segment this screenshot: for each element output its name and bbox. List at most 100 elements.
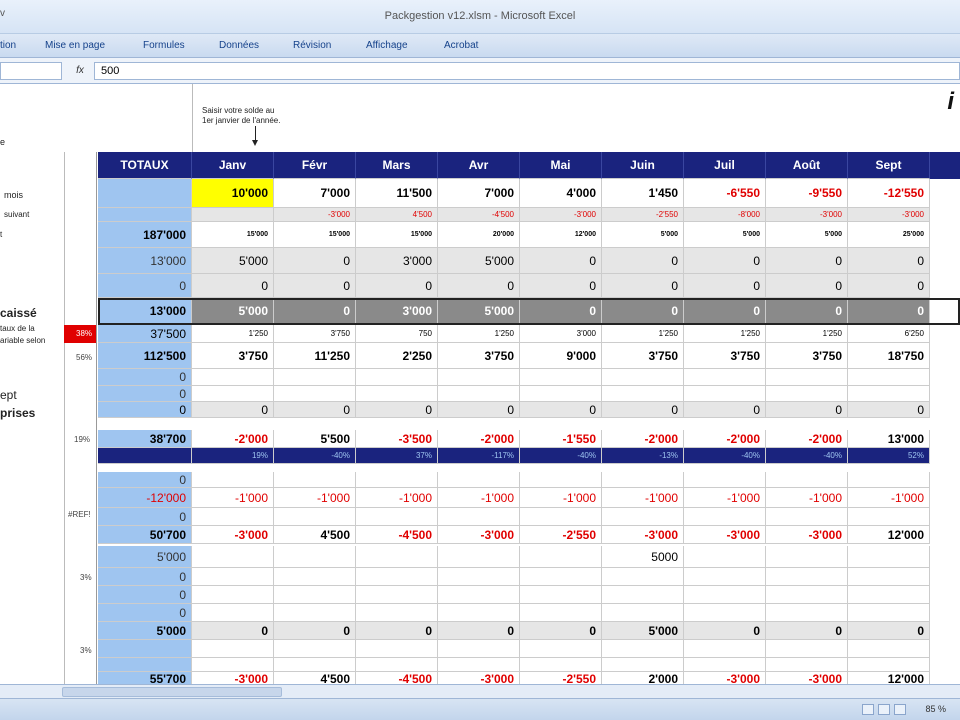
header-month[interactable]: Juil xyxy=(684,152,766,179)
month-cell[interactable]: 3'750 xyxy=(602,343,684,369)
month-cell[interactable] xyxy=(274,658,356,672)
month-cell[interactable] xyxy=(438,640,520,658)
month-cell[interactable] xyxy=(848,386,930,402)
month-cell[interactable]: -12'550 xyxy=(848,179,930,208)
month-cell[interactable]: 0 xyxy=(848,248,930,274)
month-cell[interactable] xyxy=(192,658,274,672)
month-cell[interactable]: -1'000 xyxy=(274,488,356,508)
month-cell[interactable]: 0 xyxy=(274,622,356,640)
month-cell[interactable] xyxy=(274,640,356,658)
header-month[interactable]: Mars xyxy=(356,152,438,179)
tab-formules[interactable]: Formules xyxy=(143,40,185,51)
month-cell[interactable] xyxy=(766,508,848,526)
total-cell[interactable]: 13'000 xyxy=(98,298,192,325)
month-cell[interactable]: -2'550 xyxy=(602,208,684,222)
month-cell[interactable]: 0 xyxy=(520,248,602,274)
month-cell[interactable]: -3'000 xyxy=(438,672,520,684)
month-cell[interactable] xyxy=(848,369,930,386)
month-cell[interactable]: -1'000 xyxy=(356,488,438,508)
month-cell[interactable]: 3'750 xyxy=(766,343,848,369)
month-cell[interactable]: -2'000 xyxy=(192,430,274,448)
month-cell[interactable]: 5'000 xyxy=(192,298,274,325)
month-cell[interactable] xyxy=(684,472,766,488)
month-cell[interactable]: 3'750 xyxy=(274,325,356,343)
month-cell[interactable]: 0 xyxy=(684,622,766,640)
header-month[interactable]: Juin xyxy=(602,152,684,179)
header-month[interactable]: Avr xyxy=(438,152,520,179)
tab-donnees[interactable]: Données xyxy=(219,40,259,51)
month-cell[interactable] xyxy=(766,640,848,658)
month-cell[interactable]: 12'000 xyxy=(520,222,602,248)
month-cell[interactable]: 0 xyxy=(766,622,848,640)
month-cell[interactable]: 0 xyxy=(192,402,274,418)
month-cell[interactable]: 2'250 xyxy=(356,343,438,369)
month-cell[interactable]: 5'000 xyxy=(438,298,520,325)
total-cell[interactable] xyxy=(98,448,192,464)
month-cell[interactable]: -40% xyxy=(274,448,356,464)
month-cell[interactable]: 0 xyxy=(602,298,684,325)
month-cell[interactable]: -3'000 xyxy=(684,526,766,544)
month-cell[interactable] xyxy=(848,604,930,622)
header-month[interactable]: Août xyxy=(766,152,848,179)
total-cell[interactable]: 38'700 xyxy=(98,430,192,448)
month-cell[interactable]: -2'000 xyxy=(602,430,684,448)
month-cell[interactable]: 1'250 xyxy=(438,325,520,343)
month-cell[interactable] xyxy=(848,586,930,604)
month-cell[interactable] xyxy=(520,640,602,658)
month-cell[interactable]: 25'000 xyxy=(848,222,930,248)
month-cell[interactable]: 7'000 xyxy=(438,179,520,208)
month-cell[interactable]: -6'550 xyxy=(684,179,766,208)
month-cell[interactable]: 4'500 xyxy=(274,526,356,544)
month-cell[interactable] xyxy=(602,586,684,604)
month-cell[interactable]: -3'000 xyxy=(438,526,520,544)
month-cell[interactable]: -40% xyxy=(684,448,766,464)
total-cell[interactable]: 0 xyxy=(98,402,192,418)
month-cell[interactable] xyxy=(520,508,602,526)
month-cell[interactable]: 20'000 xyxy=(438,222,520,248)
month-cell[interactable]: 0 xyxy=(520,402,602,418)
month-cell[interactable]: 1'250 xyxy=(602,325,684,343)
month-cell[interactable] xyxy=(192,472,274,488)
month-cell[interactable]: 5'000 xyxy=(766,222,848,248)
month-cell[interactable]: 0 xyxy=(438,622,520,640)
month-cell[interactable]: 0 xyxy=(438,274,520,298)
header-month[interactable]: Mai xyxy=(520,152,602,179)
zoom-level[interactable]: 85 % xyxy=(925,704,946,714)
month-cell[interactable] xyxy=(438,586,520,604)
month-cell[interactable]: 0 xyxy=(274,402,356,418)
month-cell[interactable] xyxy=(438,546,520,568)
month-cell[interactable]: 5'000 xyxy=(602,222,684,248)
month-cell[interactable] xyxy=(520,586,602,604)
month-cell[interactable] xyxy=(766,369,848,386)
month-cell[interactable]: 0 xyxy=(766,298,848,325)
month-cell[interactable]: 0 xyxy=(356,274,438,298)
month-cell[interactable]: -1'000 xyxy=(192,488,274,508)
month-cell[interactable]: 4'500 xyxy=(274,672,356,684)
month-cell[interactable] xyxy=(192,369,274,386)
month-cell[interactable]: 15'000 xyxy=(192,222,274,248)
month-cell[interactable]: -3'000 xyxy=(192,526,274,544)
month-cell[interactable] xyxy=(438,472,520,488)
month-cell[interactable] xyxy=(438,508,520,526)
month-cell[interactable]: 5'000 xyxy=(602,622,684,640)
month-cell[interactable] xyxy=(848,472,930,488)
month-cell[interactable]: -4'500 xyxy=(356,672,438,684)
month-cell[interactable] xyxy=(684,386,766,402)
total-cell[interactable]: 0 xyxy=(98,472,192,488)
month-cell[interactable]: -13% xyxy=(602,448,684,464)
fx-icon[interactable]: fx xyxy=(70,62,90,80)
total-cell[interactable]: 0 xyxy=(98,586,192,604)
month-cell[interactable] xyxy=(766,568,848,586)
month-cell[interactable]: -1'000 xyxy=(438,488,520,508)
month-cell[interactable]: 0 xyxy=(684,402,766,418)
month-cell[interactable]: -3'000 xyxy=(766,672,848,684)
month-cell[interactable]: -1'000 xyxy=(766,488,848,508)
month-cell[interactable]: 0 xyxy=(356,622,438,640)
month-cell[interactable] xyxy=(438,386,520,402)
month-cell[interactable] xyxy=(438,604,520,622)
month-cell[interactable]: 12'000 xyxy=(848,526,930,544)
month-cell[interactable] xyxy=(684,546,766,568)
month-cell[interactable] xyxy=(192,604,274,622)
total-cell[interactable] xyxy=(98,640,192,658)
month-cell[interactable]: -2'000 xyxy=(766,430,848,448)
